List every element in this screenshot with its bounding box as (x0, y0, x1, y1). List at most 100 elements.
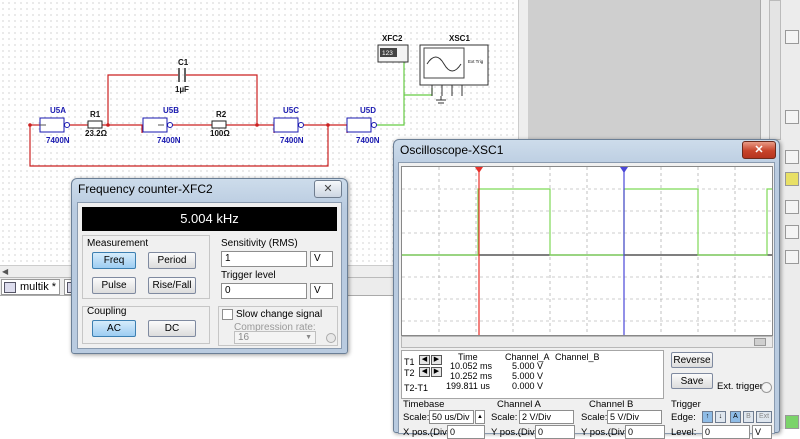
xfc2-display: 123 (382, 50, 393, 57)
t1-left-arrow-icon[interactable]: ◀ (419, 355, 430, 365)
close-button[interactable]: ✕ (314, 180, 342, 198)
compression-rate-select[interactable]: 16 ▼ (234, 331, 316, 344)
tool-icon[interactable] (785, 172, 799, 186)
cursor-t2-handle[interactable] (620, 167, 628, 173)
cursor-readout-table: ◀ ▶ ◀ ▶ Time Channel_A Channel_B T1 T2 T… (401, 350, 664, 399)
panel-scrollbar[interactable] (769, 0, 781, 140)
save-button[interactable]: Save (671, 373, 713, 389)
channel-b-ypos-input[interactable]: 0 (625, 425, 665, 439)
tool-icon[interactable] (785, 150, 799, 164)
close-icon: ✕ (754, 144, 764, 156)
period-button[interactable]: Period (148, 252, 196, 269)
t2-left-arrow-icon[interactable]: ◀ (419, 367, 430, 377)
frequency-counter-panel: 5.004 kHz Measurement Freq Period Pulse … (77, 202, 342, 349)
c1-value-label: 1µF (175, 85, 189, 94)
oscilloscope-window: Oscilloscope-XSC1 ✕ ◀ ▶ ◀ ▶ Time Channel… (393, 139, 780, 439)
sensitivity-label: Sensitivity (RMS) (221, 238, 298, 249)
screen-scrollbar[interactable] (401, 336, 773, 348)
row-label: T2 (404, 368, 415, 378)
delta-channel-a: 0.000 V (512, 381, 544, 391)
ac-coupling-button[interactable]: AC (92, 320, 136, 337)
trigger-level-label: Trigger level (221, 270, 276, 281)
gate-ref-label: U5B (163, 106, 179, 115)
xfc2-ref-label: XFC2 (382, 34, 403, 43)
gate-part-label: 7400N (157, 136, 181, 145)
channel-a-label: Channel A (497, 399, 541, 410)
frequency-counter-window: Frequency counter-XFC2 ✕ 5.004 kHz Measu… (71, 178, 348, 354)
tool-icon[interactable] (785, 110, 799, 124)
reverse-button[interactable]: Reverse (671, 352, 713, 368)
trigger-level-unit[interactable]: V (752, 425, 772, 439)
scrollbar-thumb[interactable] (754, 338, 766, 346)
r1-value-label: 23.2Ω (85, 129, 108, 138)
circuit-file-icon (4, 282, 16, 293)
timebase-xpos-input[interactable]: 0 (447, 425, 485, 439)
t1-channel-a: 5.000 V (512, 361, 544, 371)
xsc1-ext-trig-label: Ext Trig (468, 59, 484, 64)
tool-icon[interactable] (785, 30, 799, 44)
compression-rate-value: 16 (238, 332, 250, 343)
oscilloscope-screen[interactable] (401, 166, 773, 336)
xsc1-ref-label: XSC1 (449, 34, 470, 43)
ext-trigger-label: Ext. trigger (717, 381, 763, 392)
trigger-source-ext[interactable]: Ext (756, 411, 772, 423)
gate-ref-label: U5A (50, 106, 66, 115)
rise-fall-button[interactable]: Rise/Fall (148, 277, 196, 294)
ext-trigger-radio[interactable] (761, 382, 772, 393)
row-label: T2-T1 (404, 383, 429, 393)
tool-icon[interactable] (785, 250, 799, 264)
chevron-down-icon: ▼ (305, 334, 312, 341)
trigger-level-unit[interactable]: V (310, 283, 333, 299)
tool-icon[interactable] (785, 200, 799, 214)
pulse-button[interactable]: Pulse (92, 277, 136, 294)
channel-b-scale-label: Scale: (581, 412, 608, 423)
oscilloscope-panel: ◀ ▶ ◀ ▶ Time Channel_A Channel_B T1 T2 T… (398, 162, 775, 439)
trigger-source-b[interactable]: B (743, 411, 754, 423)
channel-a-scale-label: Scale: (491, 412, 518, 423)
tool-icon[interactable] (785, 415, 799, 429)
freq-button[interactable]: Freq (92, 252, 136, 269)
window-title: Oscilloscope-XSC1 (400, 143, 504, 157)
sensitivity-unit[interactable]: V (310, 251, 333, 267)
delta-time: 199.811 us (446, 381, 490, 391)
c1-ref-label: C1 (178, 58, 189, 67)
t2-channel-a: 5.000 V (512, 371, 544, 381)
t1-right-arrow-icon[interactable]: ▶ (431, 355, 442, 365)
trigger-source-a[interactable]: A (730, 411, 741, 423)
coupling-label: Coupling (87, 306, 127, 317)
measurement-label: Measurement (87, 238, 149, 249)
t2-right-arrow-icon[interactable]: ▶ (431, 367, 442, 377)
channel-b-scale-input[interactable]: 5 V/Div (607, 410, 662, 424)
falling-edge-icon[interactable]: ↓ (715, 411, 726, 423)
frequency-display: 5.004 kHz (82, 207, 337, 231)
gate-ref-label: U5C (283, 106, 299, 115)
gate-part-label: 7400N (46, 136, 70, 145)
help-icon[interactable] (326, 333, 336, 343)
rising-edge-icon[interactable]: ↑ (702, 411, 713, 423)
gate-ref-label: U5D (360, 106, 376, 115)
window-title: Frequency counter-XFC2 (78, 182, 213, 196)
slow-change-label: Slow change signal (236, 309, 323, 320)
slow-change-checkbox[interactable] (222, 309, 233, 320)
tool-icon[interactable] (785, 225, 799, 239)
gate-part-label: 7400N (280, 136, 304, 145)
sensitivity-input[interactable]: 1 (221, 251, 307, 267)
timebase-scale-input[interactable]: 50 us/Div (429, 410, 474, 424)
timebase-scale-label: Scale: (403, 412, 430, 423)
channel-b-header: Channel_B (555, 352, 600, 362)
trigger-level-input[interactable]: 0 (221, 283, 307, 299)
channel-b-label: Channel B (589, 399, 634, 410)
dc-coupling-button[interactable]: DC (148, 320, 196, 337)
channel-a-ypos-input[interactable]: 0 (535, 425, 575, 439)
scroll-left-icon[interactable]: ◀ (2, 267, 8, 276)
trigger-level-input[interactable]: 0 (702, 425, 750, 439)
tab-multik[interactable]: multik * (1, 279, 61, 295)
spinner-icon[interactable]: ▲ (475, 410, 485, 424)
trigger-label: Trigger (671, 399, 701, 410)
t2-time: 10.252 ms (450, 371, 493, 381)
channel-a-scale-input[interactable]: 2 V/Div (519, 410, 574, 424)
r2-ref-label: R2 (216, 110, 227, 119)
close-button[interactable]: ✕ (742, 141, 776, 159)
gate-part-label: 7400N (356, 136, 380, 145)
t1-time: 10.052 ms (450, 361, 493, 371)
